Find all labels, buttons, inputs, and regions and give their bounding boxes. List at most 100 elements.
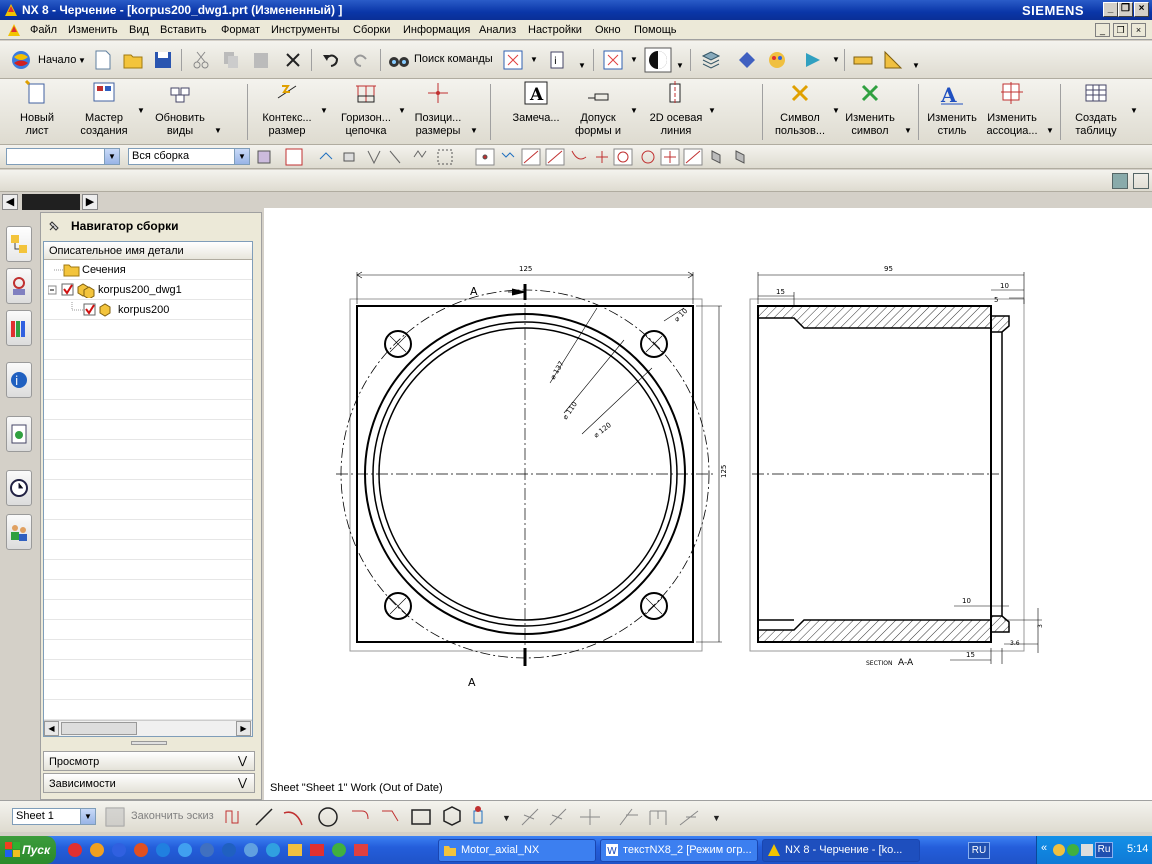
custom-symbol-button[interactable]: Символ пользов... — [770, 80, 830, 137]
scrollbar-thumb[interactable] — [61, 722, 137, 735]
section-view[interactable] — [749, 272, 1042, 664]
part-navigator-tab[interactable] — [6, 310, 32, 346]
chevron-down-icon[interactable]: ▼ — [630, 106, 638, 115]
fit-icon[interactable] — [602, 49, 624, 71]
chevron-down-icon[interactable]: ▼ — [470, 126, 478, 135]
chevron-down-icon[interactable]: ▼ — [832, 55, 840, 64]
preview-panel-header[interactable]: Просмотр ⋁ — [43, 751, 255, 771]
internet-explorer-tab[interactable]: i — [6, 362, 32, 398]
sketch-curve-tools[interactable]: ▼ ▼ — [222, 805, 742, 829]
doc-minimize-button[interactable]: _ — [1095, 23, 1110, 37]
chevron-down-icon[interactable]: ▼ — [708, 106, 716, 115]
chevron-down-icon[interactable]: ▼ — [630, 55, 638, 64]
doc-close-button[interactable]: × — [1131, 23, 1146, 37]
paste-icon[interactable] — [250, 49, 272, 71]
chevron-left-icon[interactable]: « — [1041, 842, 1047, 854]
edit-symbol-button[interactable]: Изменить символ — [842, 80, 898, 137]
finish-sketch-icon[interactable] — [104, 806, 126, 828]
ordinate-dimension-button[interactable]: Позици... размеры — [408, 80, 468, 137]
roles-tab[interactable] — [6, 514, 32, 550]
menu-window[interactable]: Окно — [595, 24, 621, 36]
sheet-select[interactable]: Sheet 1 ▼ — [12, 808, 96, 825]
new-sheet-button[interactable]: Новый лист — [12, 79, 62, 137]
sheet-view-icon[interactable] — [1112, 173, 1128, 189]
close-button[interactable]: × — [1134, 2, 1149, 17]
menu-format[interactable]: Формат — [221, 24, 260, 36]
tray-language[interactable]: Ru — [1095, 842, 1113, 858]
doc-restore-button[interactable]: ❐ — [1113, 23, 1128, 37]
chevron-down-icon[interactable]: ▼ — [214, 126, 222, 135]
note-button[interactable]: A Замеча... — [508, 80, 564, 124]
wcs-icon[interactable] — [736, 49, 758, 71]
chevron-down-icon[interactable]: ▼ — [1046, 126, 1054, 135]
measure-distance-icon[interactable] — [852, 49, 874, 71]
2d-centerline-button[interactable]: 2D осевая линия — [646, 80, 706, 137]
menu-file[interactable]: Файл — [30, 24, 57, 36]
menu-information[interactable]: Информация — [403, 24, 470, 36]
tree-row[interactable]: Сечения — [44, 260, 252, 280]
chevron-left-icon[interactable]: ◀ — [2, 194, 18, 210]
type-filter-combo[interactable]: ▼ — [6, 148, 120, 165]
cut-icon[interactable] — [190, 49, 212, 71]
chevron-down-icon[interactable]: ▼ — [137, 106, 145, 115]
view-creation-wizard-button[interactable]: Мастер создания — [76, 80, 132, 137]
tree-row[interactable]: korpus200_dwg1 — [44, 280, 252, 300]
front-view[interactable] — [336, 271, 722, 666]
info-icon[interactable]: i — [548, 49, 570, 71]
pin-icon[interactable] — [47, 219, 61, 233]
task-motor-axial[interactable]: Motor_axial_NX — [438, 839, 596, 862]
delete-icon[interactable] — [282, 49, 304, 71]
chevron-right-icon[interactable]: ▶ — [236, 721, 251, 736]
tray-icons[interactable] — [1053, 842, 1093, 858]
chevron-down-icon[interactable]: ▼ — [398, 106, 406, 115]
chevron-down-icon[interactable]: ▼ — [80, 809, 95, 824]
new-file-icon[interactable] — [92, 49, 114, 71]
chevron-down-icon[interactable]: ⋁ — [238, 776, 247, 789]
chevron-down-icon[interactable]: ▼ — [530, 55, 538, 64]
edit-style-button[interactable]: A Изменить стиль — [924, 80, 980, 137]
chevron-down-icon[interactable]: ▼ — [320, 106, 328, 115]
tree-row[interactable]: korpus200 — [44, 300, 252, 320]
task-word-document[interactable]: W текстNX8_2 [Режим огр... — [600, 839, 758, 862]
open-folder-icon[interactable] — [122, 49, 144, 71]
layers-icon[interactable] — [700, 49, 722, 71]
menu-help[interactable]: Помощь — [634, 24, 677, 36]
restore-button[interactable]: ❐ — [1118, 2, 1133, 17]
splitter-handle[interactable] — [131, 741, 167, 745]
clock-tab[interactable] — [6, 470, 32, 506]
history-tab[interactable] — [6, 416, 32, 452]
menu-view[interactable]: Вид — [129, 24, 149, 36]
save-icon[interactable] — [152, 49, 174, 71]
chevron-down-icon[interactable]: ▼ — [104, 149, 119, 164]
resource-scroll-track[interactable] — [22, 194, 80, 210]
chevron-down-icon[interactable]: ▼ — [578, 61, 586, 70]
palette-icon[interactable] — [766, 49, 788, 71]
chevron-down-icon[interactable]: ▼ — [912, 61, 920, 70]
chevron-down-icon[interactable]: ▼ — [832, 106, 840, 115]
minimize-button[interactable]: _ — [1103, 2, 1118, 17]
column-header[interactable]: Описательное имя детали — [44, 242, 252, 260]
menu-insert[interactable]: Вставить — [160, 24, 207, 36]
quick-launch-icons[interactable] — [66, 841, 436, 859]
menu-tools[interactable]: Инструменты — [271, 24, 340, 36]
start-button[interactable]: Начало ▼ — [6, 47, 88, 73]
fit-view-icon[interactable] — [502, 49, 524, 71]
drawing-sheet[interactable]: 125 125 ⌀ 10 ⌀ 137 ⌀ 110 ⌀ 120 A A 95 15 — [264, 208, 1152, 800]
selection-scope-combo[interactable]: Вся сборка ▼ — [128, 148, 250, 165]
edit-associativity-button[interactable]: Изменить ассоциа... — [984, 80, 1040, 137]
dependencies-panel-header[interactable]: Зависимости ⋁ — [43, 773, 255, 793]
create-table-button[interactable]: Создать таблицу — [1068, 80, 1124, 137]
filter-icons[interactable] — [257, 148, 745, 166]
chevron-down-icon[interactable]: ⋁ — [238, 754, 247, 767]
render-style-icon[interactable] — [644, 47, 672, 73]
inferred-dimension-button[interactable]: Контекс... размер — [256, 80, 318, 137]
copy-icon[interactable] — [220, 49, 242, 71]
menu-assemblies[interactable]: Сборки — [353, 24, 390, 36]
feature-control-frame-button[interactable]: Допуск формы и — [570, 80, 626, 137]
start-menu-button[interactable]: Пуск — [0, 836, 56, 864]
selection-icon[interactable] — [802, 49, 824, 71]
chevron-down-icon[interactable]: ▼ — [904, 126, 912, 135]
language-indicator[interactable]: RU — [968, 842, 990, 859]
drawing-graphics-window[interactable]: 125 125 ⌀ 10 ⌀ 137 ⌀ 110 ⌀ 120 A A 95 15 — [264, 208, 1152, 800]
undo-icon[interactable] — [320, 49, 342, 71]
